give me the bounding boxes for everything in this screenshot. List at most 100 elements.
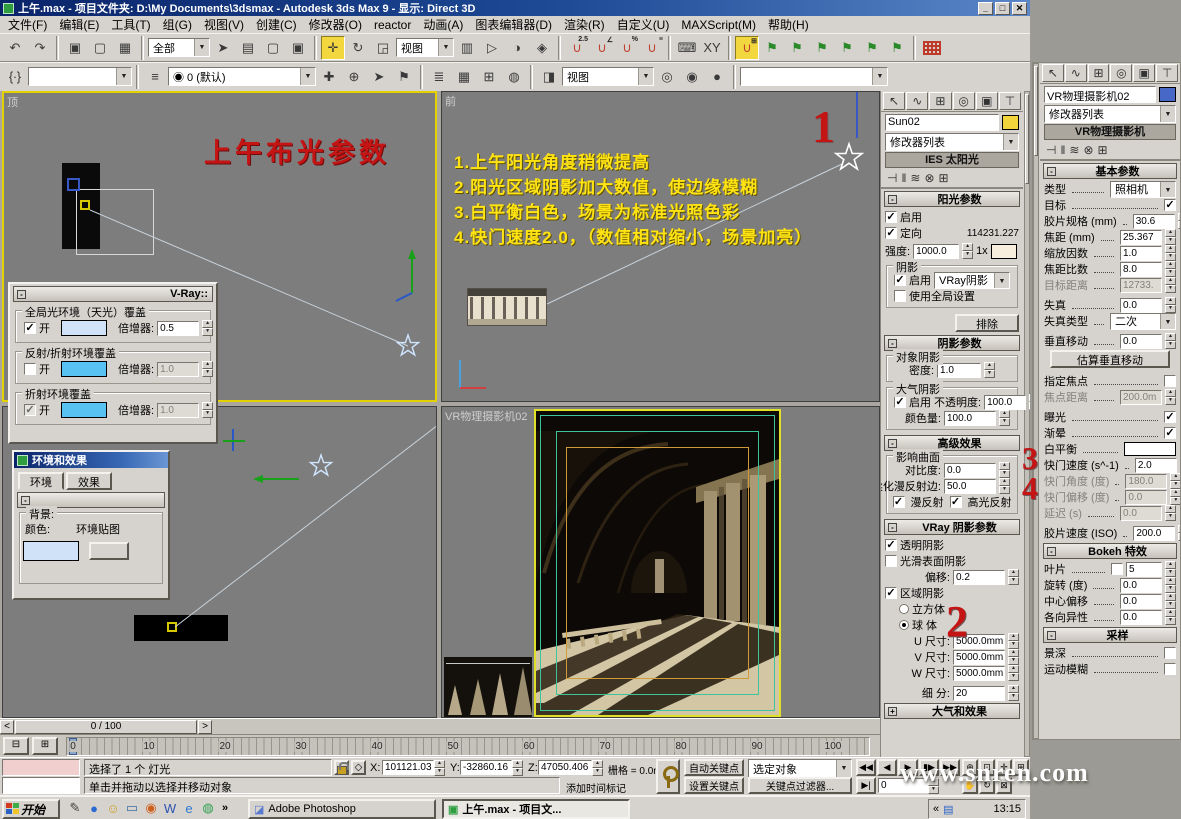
rect-selection-region-icon[interactable]: ▢ <box>261 36 285 60</box>
collapse-icon[interactable]: - <box>888 439 897 448</box>
spinner-field[interactable]: 0.0 <box>1120 298 1162 313</box>
menu-item-3[interactable]: 组(G) <box>157 15 198 34</box>
utilities-tab-icon[interactable]: ⊤ <box>1156 64 1178 82</box>
selection-set-dropdown[interactable]: 选定对象▼ <box>748 759 852 778</box>
param-row[interactable]: 偏移:0.2▲▼ <box>881 569 1023 585</box>
quicklaunch-explorer-icon[interactable]: ◍ <box>199 799 217 817</box>
modify-tab-icon[interactable]: ∿ <box>1065 64 1087 82</box>
spinner-field[interactable]: 30.6 <box>1133 214 1175 229</box>
rollout-header[interactable]: -基本参数 <box>1043 163 1177 179</box>
timeline-ruler[interactable]: 0102030405060708090100 <box>66 737 870 756</box>
viewport-camera-label[interactable]: VR物理摄影机02 <box>445 408 528 424</box>
timeline-right-arrow[interactable]: > <box>198 720 212 734</box>
named-selection-dropdown[interactable]: ▼ <box>28 67 132 86</box>
spinner-field[interactable]: 200.0m <box>1120 390 1162 405</box>
param-row[interactable]: 目标✓ <box>1040 197 1180 213</box>
curve-editor-icon[interactable]: ▦ <box>452 65 476 89</box>
named-selection-sets-icon[interactable]: {∙} <box>3 65 27 89</box>
collapse-icon[interactable]: - <box>888 195 897 204</box>
param-row[interactable]: 旋转 (度)0.0▲▼ <box>1040 577 1180 593</box>
param-row[interactable]: 渐晕✓ <box>1040 425 1180 441</box>
maxscript-listener-white[interactable] <box>2 777 80 794</box>
task-photoshop[interactable]: ◪ Adobe Photoshop <box>248 799 436 819</box>
spinner-field[interactable]: 20 <box>953 686 1005 701</box>
chevron-down-icon[interactable]: ▼ <box>438 39 453 56</box>
selection-filter-dropdown[interactable]: 全部▼ <box>148 38 210 57</box>
param-row[interactable]: 颜色量:100.0▲▼ <box>890 410 1014 426</box>
param-dropdown[interactable]: 二次▼ <box>1110 313 1176 330</box>
script-dropdown[interactable]: ▼ <box>740 67 888 86</box>
multiplier-spinner[interactable]: ▲▼ <box>202 361 213 377</box>
shade-toggle-icon[interactable]: ● <box>705 65 729 89</box>
spinner[interactable]: ▲▼ <box>1165 593 1176 609</box>
chevron-down-icon[interactable]: ▼ <box>300 68 315 85</box>
param-row[interactable]: 焦距 (mm)25.367▲▼ <box>1040 229 1180 245</box>
param-row[interactable]: ✓启用 <box>881 209 1023 225</box>
spinner[interactable]: ▲▼ <box>1165 229 1176 245</box>
param-row[interactable]: ✓定向114231.227 <box>881 225 1023 241</box>
rollout-header[interactable]: -阳光参数 <box>884 191 1020 207</box>
checkbox[interactable]: ✓ <box>1164 411 1176 423</box>
bind-to-spacewarp-icon[interactable]: ▦ <box>113 36 137 60</box>
param-row[interactable]: 光滑表面阴影 <box>881 553 1023 569</box>
rollout-header[interactable]: -VRay 阴影参数 <box>884 519 1020 535</box>
multiplier-spinner[interactable]: ▲▼ <box>202 402 213 418</box>
collapse-icon[interactable]: - <box>1047 631 1056 640</box>
param-row[interactable]: 缩放因数1.0▲▼ <box>1040 245 1180 261</box>
make-unique-icon[interactable]: ≋ <box>1069 143 1079 157</box>
color-swatch[interactable] <box>61 361 107 377</box>
select-by-name-icon[interactable]: ▤ <box>236 36 260 60</box>
param-row[interactable]: W 尺寸:5000.0mm▲▼ <box>881 665 1023 681</box>
pin-stack-icon[interactable]: ⊣ <box>887 171 897 185</box>
vray-environment-dialog[interactable]: - V-Ray:: 全局光环境（天光）覆盖✓开倍增器:0.5▲▼反射/折射环境覆… <box>8 282 218 444</box>
param-row[interactable]: 叶片5▲▼ <box>1040 561 1180 577</box>
spinner[interactable]: ▲▼ <box>1008 685 1019 701</box>
menu-item-4[interactable]: 视图(V) <box>198 15 250 34</box>
spinner-field[interactable]: 5000.0mm <box>953 666 1005 681</box>
menu-item-0[interactable]: 文件(F) <box>2 15 53 34</box>
quicklaunch-word-icon[interactable]: W <box>161 799 179 817</box>
show-end-result-icon[interactable]: ‖ <box>1060 143 1065 157</box>
spinner[interactable]: ▲▼ <box>999 410 1010 426</box>
checkbox[interactable] <box>885 555 897 567</box>
checkbox[interactable]: ✓ <box>1164 427 1176 439</box>
radio-button[interactable] <box>899 604 909 614</box>
menu-item-11[interactable]: 自定义(U) <box>611 15 676 34</box>
menu-item-7[interactable]: reactor <box>368 17 417 33</box>
keyboard-override-icon[interactable]: ⌨ <box>675 36 699 60</box>
spinner[interactable]: ▲▼ <box>962 243 973 259</box>
quicklaunch-messenger-icon[interactable]: ☺ <box>104 799 122 817</box>
spinner-field[interactable]: 5 <box>1126 562 1162 577</box>
material-editor-icon[interactable]: ◍ <box>502 65 526 89</box>
viewport-camera[interactable]: VR物理摄影机02 <box>441 406 880 718</box>
panel-button[interactable]: 估算垂直移动 <box>1050 350 1170 368</box>
checkbox[interactable]: ✓ <box>893 496 905 508</box>
vray-rollout-bar[interactable]: - V-Ray:: <box>13 286 213 302</box>
spinner-field[interactable]: 0.0 <box>1120 578 1162 593</box>
key-mode-button[interactable]: ▶| <box>856 777 876 794</box>
quicklaunch-media-icon[interactable]: ◉ <box>142 799 160 817</box>
collapse-icon[interactable]: - <box>21 496 30 505</box>
snap-25d-icon[interactable]: ∪2.5 <box>565 36 589 60</box>
spinner-field[interactable]: 0.0 <box>1125 490 1167 505</box>
place-highlight-icon[interactable]: ⚑ <box>835 36 859 60</box>
time-slider[interactable]: 0 / 100 <box>15 720 197 734</box>
enable-checkbox[interactable] <box>24 363 36 375</box>
spinner-field[interactable]: 12733. <box>1120 278 1162 293</box>
hierarchy-tab-icon[interactable]: ⊞ <box>1088 64 1110 82</box>
param-row[interactable]: 使用全局设置 <box>890 288 1014 304</box>
menu-item-2[interactable]: 工具(T) <box>105 15 156 34</box>
layer-flyout-icon[interactable]: ≡ <box>143 65 167 89</box>
spinner-field[interactable]: 0.0 <box>1120 506 1162 521</box>
track-bar-filter-button[interactable]: ⊞ <box>32 737 58 755</box>
spinner-field[interactable]: 1.0 <box>1120 246 1162 261</box>
modifier-stack-item[interactable]: VR物理摄影机 <box>1044 124 1176 140</box>
menu-item-1[interactable]: 编辑(E) <box>53 15 105 34</box>
set-current-layer-icon[interactable]: ⚑ <box>392 65 416 89</box>
previous-frame-button[interactable]: ◀ <box>877 759 897 776</box>
select-and-scale-icon[interactable]: ◲ <box>371 36 395 60</box>
mirror-icon[interactable]: ◑ <box>505 36 529 60</box>
auto-key-button[interactable]: 自动关键点 <box>684 759 744 776</box>
hierarchy-tab-icon[interactable]: ⊞ <box>929 92 951 110</box>
menu-item-6[interactable]: 修改器(O) <box>303 15 368 34</box>
